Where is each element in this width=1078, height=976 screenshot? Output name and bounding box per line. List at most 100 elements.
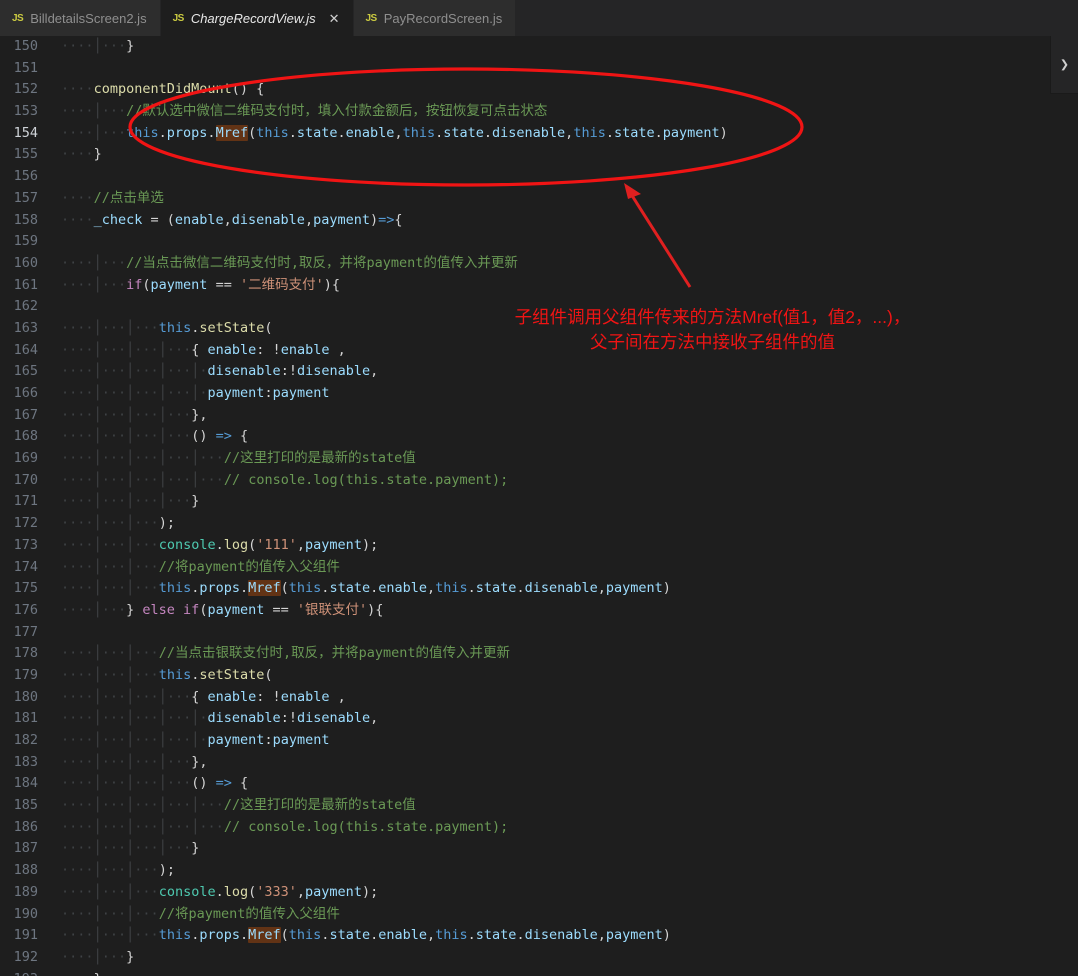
code-line-text: ····} xyxy=(52,969,102,976)
line-number: 166 xyxy=(13,385,38,401)
annotation-text-line-2: 父子间在方法中接收子组件的值 xyxy=(590,332,835,352)
line-number: 190 xyxy=(13,905,38,922)
code-line[interactable]: 151 xyxy=(0,58,1078,80)
tab-payrecordscreen[interactable]: JS PayRecordScreen.js xyxy=(353,0,517,36)
code-line[interactable]: 155 ····} xyxy=(0,144,1078,166)
open-side-panel-button[interactable]: ❯ xyxy=(1050,36,1078,94)
code-line[interactable]: 170 ····│···│···│···│···// console.log(th… xyxy=(0,470,1078,492)
code-editor[interactable]: 150 ····│···} 151 152 ····componentDidMount(… xyxy=(0,36,1078,976)
line-number: 153 xyxy=(13,103,38,120)
code-line-text: ····│···│···//将payment的值传入父组件 xyxy=(61,558,340,575)
code-line-text: ····│···//当点击微信二维码支付时,取反，并将payment的值传入并更… xyxy=(61,254,518,271)
code-line[interactable]: 159 xyxy=(0,231,1078,253)
code-line-text: ····│···│···│···│·disenable:!disenable, xyxy=(61,710,379,727)
code-line[interactable]: 178 ····│···│···//当点击银联支付时,取反，并将payment的值… xyxy=(0,643,1078,665)
code-line[interactable]: 154 ····│···this.props.Mref(this.state.en… xyxy=(0,123,1078,145)
code-line[interactable]: 158 ····_check = (enable,disenable,paymen… xyxy=(0,210,1078,232)
code-line[interactable]: 173 ····│···│···console.log('111',payment… xyxy=(0,535,1078,557)
line-number: 169 xyxy=(13,450,38,467)
code-line-text: ····│···│···│···} xyxy=(61,840,200,857)
line-number: 191 xyxy=(13,927,38,944)
code-line[interactable]: 172 ····│···│···); xyxy=(0,513,1078,535)
line-number: 155 xyxy=(13,146,38,163)
code-line-text: ····│···│···│···│·payment:payment xyxy=(61,732,330,748)
code-line[interactable]: 152 ····componentDidMount() { xyxy=(0,79,1078,101)
line-number: 176 xyxy=(13,601,38,618)
js-file-icon: JS xyxy=(12,12,24,24)
code-line-text xyxy=(52,166,61,188)
tab-billdetailsscreen2[interactable]: JS BilldetailsScreen2.js xyxy=(0,0,161,36)
line-number: 179 xyxy=(13,666,38,683)
line-number: 156 xyxy=(13,168,38,185)
code-line[interactable]: 168 ····│···│···│···() => { xyxy=(0,426,1078,448)
line-number: 160 xyxy=(13,254,38,271)
line-number: 182 xyxy=(13,732,38,748)
tab-label: ChargeRecordView.js xyxy=(190,10,316,26)
line-number: 150 xyxy=(13,38,38,54)
code-line[interactable]: 153 ····│···//默认选中微信二维码支付时，填入付款金额后，按钮恢复可点… xyxy=(0,101,1078,123)
code-lines-container[interactable]: 150 ····│···} 151 152 ····componentDidMount(… xyxy=(0,36,1078,976)
code-line[interactable]: 169 ····│···│···│···│···//这里打印的是最新的state值 xyxy=(0,448,1078,470)
code-line-text: ····│···this.props.Mref(this.state.enabl… xyxy=(61,124,728,141)
code-line[interactable]: 160 ····│···//当点击微信二维码支付时,取反，并将payment的值传… xyxy=(0,253,1078,275)
code-line[interactable]: 174 ····│···│···//将payment的值传入父组件 xyxy=(0,557,1078,579)
code-line-text: ····│···│···│···│·payment:payment xyxy=(61,385,330,401)
code-line-text: ····│···if(payment == '二维码支付'){ xyxy=(61,276,340,293)
code-line-text: ····│···│···│···() => { xyxy=(61,775,249,792)
tab-label: BilldetailsScreen2.js xyxy=(30,10,147,26)
line-number: 151 xyxy=(13,59,38,76)
line-number: 168 xyxy=(13,428,38,445)
code-line[interactable]: 167 ····│···│···│···}, xyxy=(0,405,1078,427)
code-line[interactable]: 177 xyxy=(0,622,1078,644)
code-line-text: ····│···│···│···() => { xyxy=(61,428,249,445)
code-line-text: ····} xyxy=(61,146,102,163)
code-line[interactable]: 190 ····│···│···//将payment的值传入父组件 xyxy=(0,904,1078,926)
tab-chargerecordview[interactable]: JS ChargeRecordView.js ✕ xyxy=(160,0,354,36)
code-line-text: ····componentDidMount() { xyxy=(61,81,265,98)
line-number: 167 xyxy=(13,406,38,423)
line-number: 188 xyxy=(13,862,38,879)
tab-label: PayRecordScreen.js xyxy=(383,10,503,26)
code-line[interactable]: 192 ····│···} xyxy=(0,947,1078,969)
code-line[interactable]: 189 ····│···│···console.log('333',payment… xyxy=(0,882,1078,904)
code-line[interactable]: 185 ····│···│···│···│···//这里打印的是最新的state值 xyxy=(0,795,1078,817)
line-number: 181 xyxy=(13,710,38,727)
line-number: 171 xyxy=(13,493,38,510)
code-line-text: ····│···//默认选中微信二维码支付时，填入付款金额后，按钮恢复可点击状态 xyxy=(61,103,548,120)
line-number: 162 xyxy=(13,298,38,315)
code-line[interactable]: 165 ····│···│···│···│·disenable:!disenabl… xyxy=(0,361,1078,383)
code-line[interactable]: 156 xyxy=(0,166,1078,188)
code-line[interactable]: 161 ····│···if(payment == '二维码支付'){ xyxy=(0,275,1078,297)
code-line[interactable]: 188 ····│···│···); xyxy=(0,860,1078,882)
code-line-text xyxy=(52,58,61,80)
line-number: 174 xyxy=(13,558,38,575)
code-line[interactable]: 179 ····│···│···this.setState( xyxy=(0,665,1078,687)
code-line[interactable]: 182 ····│···│···│···│·payment:payment xyxy=(0,730,1078,752)
code-line-text: ····│···│···console.log('333',payment); xyxy=(61,883,379,900)
line-number: 175 xyxy=(13,580,38,597)
code-line[interactable]: 184 ····│···│···│···() => { xyxy=(0,773,1078,795)
code-line[interactable]: 171 ····│···│···│···} xyxy=(0,491,1078,513)
js-file-icon: JS xyxy=(365,12,378,24)
code-line[interactable]: 193····} xyxy=(0,969,1078,976)
code-line-text xyxy=(52,231,61,253)
code-line[interactable]: 176 ····│···} else if(payment == '银联支付'){ xyxy=(0,600,1078,622)
code-line[interactable]: 183 ····│···│···│···}, xyxy=(0,752,1078,774)
close-icon[interactable]: ✕ xyxy=(329,12,340,25)
code-line[interactable]: 186 ····│···│···│···│···// console.log(th… xyxy=(0,817,1078,839)
line-number: 193 xyxy=(0,969,52,976)
code-line[interactable]: 191 ····│···│···this.props.Mref(this.stat… xyxy=(0,925,1078,947)
code-line[interactable]: 157 ····//点击单选 xyxy=(0,188,1078,210)
code-line[interactable]: 181 ····│···│···│···│·disenable:!disenabl… xyxy=(0,708,1078,730)
code-line-text: ····│···} xyxy=(61,948,135,965)
code-line-text: ····│···} xyxy=(61,38,135,54)
code-line-text: ····│···│···//将payment的值传入父组件 xyxy=(61,905,340,922)
line-number: 177 xyxy=(13,623,38,640)
code-line[interactable]: 150 ····│···} xyxy=(0,36,1078,58)
code-line-text: ····│···│···│···│·disenable:!disenable, xyxy=(61,363,379,380)
code-line[interactable]: 166 ····│···│···│···│·payment:payment xyxy=(0,383,1078,405)
code-line[interactable]: 175 ····│···│···this.props.Mref(this.stat… xyxy=(0,578,1078,600)
code-line[interactable]: 187 ····│···│···│···} xyxy=(0,838,1078,860)
code-line-text: ····│···│···│···│···// console.log(this.… xyxy=(61,471,509,488)
code-line[interactable]: 180 ····│···│···│···{ enable: !enable , xyxy=(0,687,1078,709)
